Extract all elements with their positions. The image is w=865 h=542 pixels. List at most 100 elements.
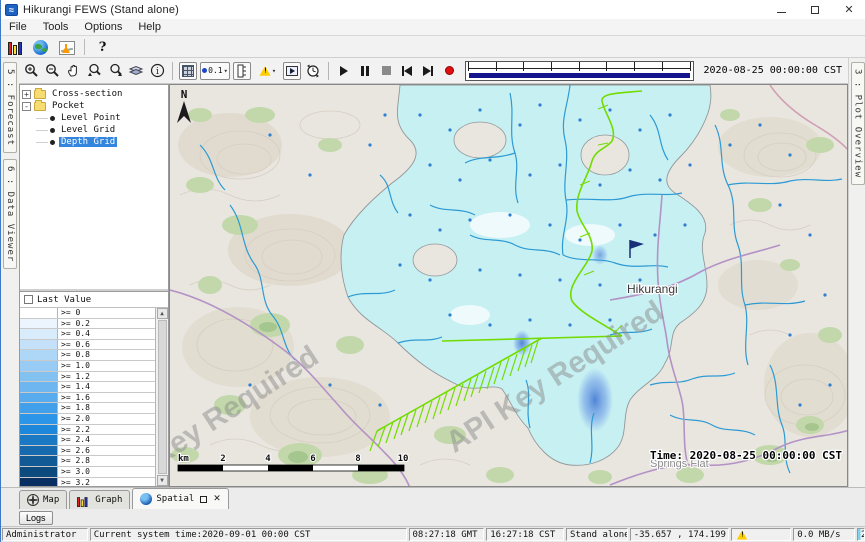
layers-button[interactable] bbox=[127, 62, 145, 80]
ruler-icon bbox=[236, 64, 248, 78]
scroll-up-icon[interactable]: ▲ bbox=[157, 308, 168, 319]
legend-row[interactable]: >= 0.2 bbox=[20, 319, 155, 330]
globe-icon bbox=[33, 40, 48, 55]
tab-map[interactable]: Map bbox=[19, 490, 67, 509]
grid-toggle-button[interactable] bbox=[179, 62, 197, 80]
collapse-icon[interactable]: - bbox=[22, 102, 31, 111]
scale-ruler-button[interactable] bbox=[233, 62, 251, 80]
tree-item-label[interactable]: Cross-section bbox=[50, 89, 124, 99]
legend-row[interactable]: >= 2.2 bbox=[20, 425, 155, 436]
legend-row[interactable]: >= 2.8 bbox=[20, 456, 155, 467]
map-view[interactable]: API Key Required API Key Required Hikura… bbox=[169, 84, 848, 487]
tab-data-viewer[interactable]: 6 : Data Viewer bbox=[3, 159, 17, 269]
legend-row[interactable]: >= 1.6 bbox=[20, 393, 155, 404]
minimize-button[interactable] bbox=[764, 0, 798, 19]
zoom-in-button[interactable] bbox=[22, 62, 40, 80]
status-warning[interactable] bbox=[731, 528, 791, 541]
thresholds-dropdown[interactable]: ▾ bbox=[254, 62, 280, 80]
tree-item-level-grid[interactable]: Level Grid bbox=[22, 124, 166, 136]
legend-scrollbar[interactable]: ▲ ▼ bbox=[155, 308, 168, 486]
close-tab-icon[interactable]: ✕ bbox=[213, 494, 221, 504]
tree-item-label[interactable]: Depth Grid bbox=[59, 137, 117, 147]
close-button[interactable]: ✕ bbox=[832, 0, 865, 19]
precision-dropdown[interactable]: 0.1 ▾ bbox=[200, 62, 230, 80]
logs-button[interactable]: Logs bbox=[19, 511, 53, 525]
stop-button[interactable] bbox=[377, 62, 395, 80]
legend-color-swatch bbox=[20, 393, 58, 403]
undock-icon[interactable] bbox=[200, 496, 207, 503]
warning-icon bbox=[737, 530, 748, 539]
scrollbar-thumb[interactable] bbox=[158, 320, 167, 474]
last-frame-button[interactable] bbox=[419, 62, 437, 80]
tree-item-cross-section[interactable]: + Cross-section bbox=[22, 88, 166, 100]
tree-item-label[interactable]: Level Grid bbox=[59, 125, 117, 135]
zoom-out-button[interactable] bbox=[43, 62, 61, 80]
tree-item-depth-grid[interactable]: Depth Grid bbox=[22, 136, 166, 148]
pan-button[interactable] bbox=[64, 62, 82, 80]
svg-text:10: 10 bbox=[398, 454, 409, 464]
graph-bars-icon bbox=[77, 497, 88, 507]
legend-row[interactable]: >= 0.4 bbox=[20, 329, 155, 340]
scroll-down-icon[interactable]: ▼ bbox=[157, 475, 168, 486]
legend-row[interactable]: >= 0.8 bbox=[20, 350, 155, 361]
expand-icon[interactable]: + bbox=[22, 90, 31, 99]
legend-row[interactable]: >= 0 bbox=[20, 308, 155, 319]
map-canvas[interactable]: API Key Required API Key Required Hikura… bbox=[170, 85, 848, 487]
legend-row[interactable]: >= 1.0 bbox=[20, 361, 155, 372]
map-display-button[interactable] bbox=[32, 39, 49, 55]
record-button[interactable] bbox=[440, 62, 458, 80]
tree-item-pocket[interactable]: - Pocket bbox=[22, 100, 166, 112]
help-button[interactable]: ? bbox=[94, 39, 111, 55]
info-button[interactable]: i bbox=[148, 62, 166, 80]
legend-row[interactable]: >= 1.4 bbox=[20, 382, 155, 393]
spatial-display-button[interactable] bbox=[58, 39, 75, 55]
tab-forecast[interactable]: 5 : Forecast bbox=[3, 62, 17, 153]
legend-row[interactable]: >= 1.2 bbox=[20, 372, 155, 383]
menu-tools[interactable]: Tools bbox=[35, 20, 77, 34]
tree-item-label[interactable]: Pocket bbox=[50, 101, 87, 111]
maximize-button[interactable] bbox=[798, 0, 832, 19]
tab-spatial[interactable]: Spatial ✕ bbox=[132, 488, 228, 509]
tab-spatial-label: Spatial bbox=[156, 494, 194, 504]
legend-row[interactable]: >= 1.8 bbox=[20, 403, 155, 414]
legend-color-swatch bbox=[20, 308, 58, 318]
menu-file[interactable]: File bbox=[1, 20, 35, 34]
menu-help[interactable]: Help bbox=[130, 20, 169, 34]
stop-icon bbox=[382, 66, 391, 75]
legend-row[interactable]: >= 2.6 bbox=[20, 446, 155, 457]
database-display-button[interactable] bbox=[6, 39, 23, 55]
legend-color-swatch bbox=[20, 361, 58, 371]
play-button[interactable] bbox=[335, 62, 353, 80]
pause-icon bbox=[361, 66, 369, 76]
zoom-previous-button[interactable] bbox=[85, 62, 103, 80]
status-memory[interactable]: 2.5 GB bbox=[857, 528, 865, 541]
first-frame-button[interactable] bbox=[398, 62, 416, 80]
bottom-tab-bar: Map Graph Spatial ✕ bbox=[1, 487, 865, 509]
movie-player-button[interactable] bbox=[283, 62, 301, 80]
tab-graph[interactable]: Graph bbox=[69, 490, 130, 509]
legend-color-swatch bbox=[20, 329, 58, 339]
animation-settings-button[interactable] bbox=[304, 62, 322, 80]
status-gmt-time: 08:27:18 GMT bbox=[409, 528, 485, 541]
legend-row[interactable]: >= 0.6 bbox=[20, 340, 155, 351]
tab-plot-overview[interactable]: 3 : Plot Overview bbox=[851, 62, 865, 185]
timeline-range-bar[interactable] bbox=[469, 73, 690, 78]
tree-item-label[interactable]: Level Point bbox=[59, 113, 123, 123]
time-slider[interactable] bbox=[465, 61, 694, 81]
last-value-checkbox[interactable] bbox=[24, 295, 33, 304]
map-toolbar: i 0.1 ▾ ▾ bbox=[19, 58, 848, 84]
chart-arrow-icon bbox=[59, 41, 75, 55]
legend-row-label: >= 1.6 bbox=[58, 393, 93, 403]
menu-options[interactable]: Options bbox=[76, 20, 130, 34]
legend-row[interactable]: >= 3.0 bbox=[20, 467, 155, 478]
legend-row[interactable]: >= 2.4 bbox=[20, 435, 155, 446]
legend-row-label: >= 0.2 bbox=[58, 319, 93, 329]
status-download-rate: 0.0 MB/s bbox=[793, 528, 855, 541]
legend-row[interactable]: >= 3.2 bbox=[20, 478, 155, 487]
zoom-next-button[interactable] bbox=[106, 62, 124, 80]
status-local-time: 16:27:18 CST bbox=[486, 528, 564, 541]
tree-item-level-point[interactable]: Level Point bbox=[22, 112, 166, 124]
pause-button[interactable] bbox=[356, 62, 374, 80]
legend-row[interactable]: >= 2.0 bbox=[20, 414, 155, 425]
tab-graph-label: Graph bbox=[95, 495, 122, 505]
